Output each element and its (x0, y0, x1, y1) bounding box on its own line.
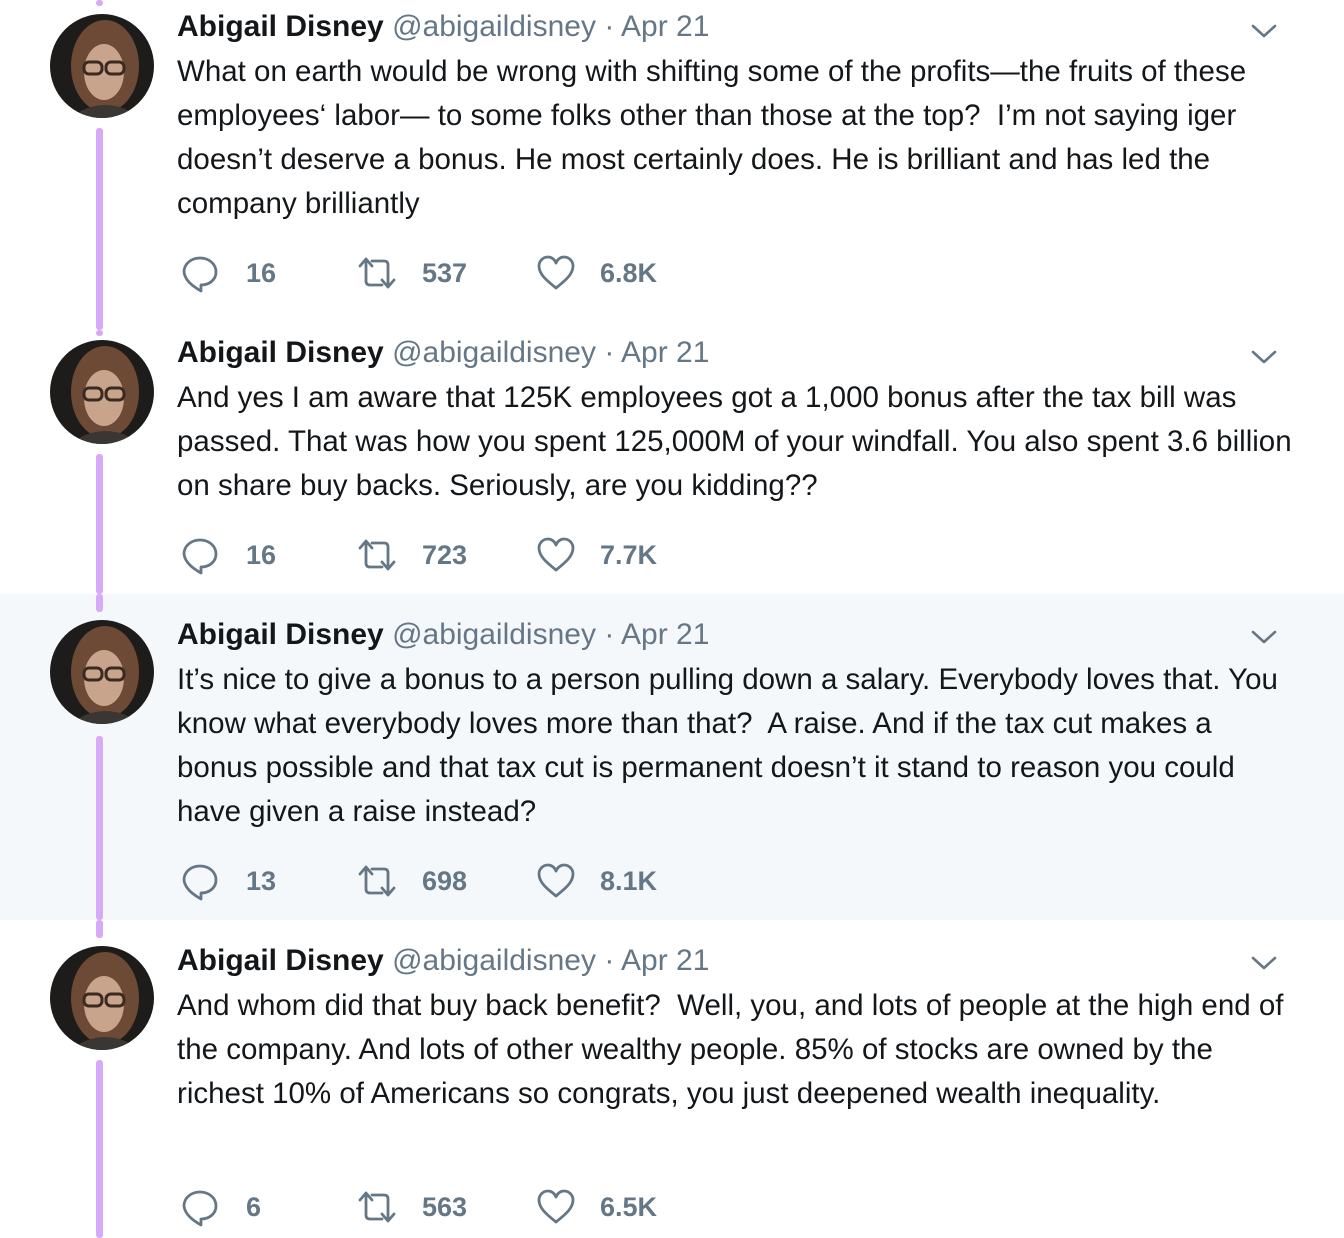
thread-line (96, 0, 103, 6)
author-handle[interactable]: @abigaildisney (392, 618, 596, 651)
separator: · (604, 10, 615, 43)
tweet-text: What on earth would be wrong with shifti… (177, 55, 1255, 220)
tweet-header: Abigail Disney @abigaildisney · Apr 21 (177, 617, 709, 653)
reply-button[interactable]: 16 (180, 253, 276, 293)
tweet-date[interactable]: Apr 21 (621, 10, 709, 43)
author-name[interactable]: Abigail Disney (177, 944, 384, 977)
retweet-count: 698 (422, 866, 468, 896)
retweet-count: 563 (422, 1192, 468, 1222)
like-button[interactable]: 6.8K (536, 253, 657, 293)
tweet-menu-button[interactable] (1250, 348, 1278, 366)
tweet-date[interactable]: Apr 21 (621, 944, 709, 977)
tweet-header: Abigail Disney @abigaildisney · Apr 21 (177, 9, 709, 45)
tweet-thread: Abigail Disney @abigaildisney · Apr 21 W… (0, 0, 1344, 1238)
author-name[interactable]: Abigail Disney (177, 10, 384, 43)
thread-line (96, 330, 103, 336)
separator: · (604, 944, 615, 977)
retweet-button[interactable]: 723 (356, 535, 467, 575)
reply-count: 13 (246, 866, 277, 896)
tweet[interactable]: Abigail Disney @abigaildisney · Apr 21 A… (0, 330, 1344, 594)
chevron-down-icon (1251, 630, 1277, 644)
tweet-menu-button[interactable] (1250, 954, 1278, 972)
tweet[interactable]: Abigail Disney @abigaildisney · Apr 21 I… (0, 594, 1344, 920)
retweet-icon (358, 257, 396, 289)
avatar-photo (50, 340, 154, 444)
author-name[interactable]: Abigail Disney (177, 336, 384, 369)
reply-icon (182, 864, 218, 901)
tweet-text: And whom did that buy back benefit? Well… (177, 989, 1292, 1110)
thread-line (96, 920, 103, 938)
reply-icon (182, 1190, 218, 1227)
author-name[interactable]: Abigail Disney (177, 618, 384, 651)
tweet-menu-button[interactable] (1250, 628, 1278, 646)
tweet-date[interactable]: Apr 21 (621, 618, 709, 651)
like-count: 8.1K (600, 866, 658, 896)
reply-count: 6 (246, 1192, 262, 1222)
reply-icon (182, 256, 218, 293)
author-handle[interactable]: @abigaildisney (392, 10, 596, 43)
reply-count: 16 (246, 540, 277, 570)
tweet-header: Abigail Disney @abigaildisney · Apr 21 (177, 335, 709, 371)
author-handle[interactable]: @abigaildisney (392, 336, 596, 369)
chevron-down-icon (1251, 350, 1277, 364)
separator: · (604, 336, 615, 369)
tweet-text: And yes I am aware that 125K employees g… (177, 381, 1300, 502)
reply-button[interactable]: 16 (180, 535, 276, 575)
reply-count: 16 (246, 258, 277, 288)
thread-line (96, 736, 103, 920)
retweet-button[interactable]: 698 (356, 861, 467, 901)
thread-line (96, 454, 103, 594)
like-button[interactable]: 7.7K (536, 535, 657, 575)
tweet-date[interactable]: Apr 21 (621, 336, 709, 369)
heart-icon (537, 1189, 575, 1224)
like-count: 6.5K (600, 1192, 658, 1222)
tweet-menu-button[interactable] (1250, 22, 1278, 40)
retweet-count: 723 (422, 540, 468, 570)
avatar-photo (50, 946, 154, 1050)
avatar-photo (50, 620, 154, 724)
reply-button[interactable]: 6 (180, 1187, 261, 1227)
author-handle[interactable]: @abigaildisney (392, 944, 596, 977)
like-button[interactable]: 6.5K (536, 1187, 657, 1227)
retweet-button[interactable]: 537 (356, 253, 467, 293)
retweet-icon (358, 1191, 396, 1223)
thread-line (96, 128, 103, 330)
retweet-button[interactable]: 563 (356, 1187, 467, 1227)
like-count: 7.7K (600, 540, 658, 570)
reply-button[interactable]: 13 (180, 861, 276, 901)
heart-icon (537, 863, 575, 898)
thread-line (96, 1060, 103, 1238)
avatar[interactable] (50, 620, 154, 724)
tweet[interactable]: Abigail Disney @abigaildisney · Apr 21 A… (0, 920, 1344, 1238)
like-button[interactable]: 8.1K (536, 861, 657, 901)
avatar-photo (50, 14, 154, 118)
avatar[interactable] (50, 14, 154, 118)
avatar[interactable] (50, 340, 154, 444)
tweet-header: Abigail Disney @abigaildisney · Apr 21 (177, 943, 709, 979)
chevron-down-icon (1251, 956, 1277, 970)
retweet-icon (358, 865, 396, 897)
thread-line (96, 594, 103, 612)
like-count: 6.8K (600, 258, 658, 288)
retweet-count: 537 (422, 258, 468, 288)
separator: · (604, 618, 615, 651)
heart-icon (537, 537, 575, 572)
chevron-down-icon (1251, 24, 1277, 38)
avatar[interactable] (50, 946, 154, 1050)
heart-icon (537, 255, 575, 290)
tweet-text: It’s nice to give a bonus to a person pu… (177, 663, 1287, 828)
reply-icon (182, 538, 218, 575)
tweet[interactable]: Abigail Disney @abigaildisney · Apr 21 W… (0, 0, 1344, 330)
retweet-icon (358, 539, 396, 571)
